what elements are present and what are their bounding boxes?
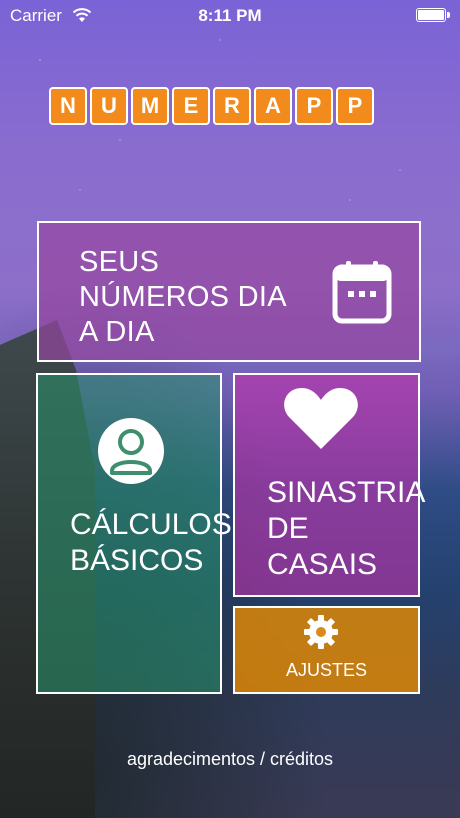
gear-icon	[304, 615, 338, 649]
status-time: 8:11 PM	[198, 6, 262, 25]
basic-label-line: CÁLCULOS	[70, 508, 232, 541]
app-logo: N U M E R A P P	[49, 87, 374, 125]
person-icon	[98, 418, 164, 484]
daily-numbers-label: SEUS NÚMEROS DIA A DIA	[79, 245, 329, 350]
daily-label-line: A DIA	[79, 316, 155, 348]
logo-letter: N	[49, 87, 87, 125]
couples-synastry-button[interactable]: SINASTRIA DE CASAIS	[233, 373, 425, 597]
logo-letter: R	[213, 87, 251, 125]
synastry-label-line: DE	[267, 512, 309, 545]
settings-label: AJUSTES	[285, 660, 368, 680]
battery-icon	[416, 8, 450, 22]
couples-synastry-label: SINASTRIA DE CASAIS	[267, 475, 425, 583]
daily-label-line: SEUS	[79, 246, 160, 278]
synastry-label-line: SINASTRIA	[267, 476, 426, 509]
basic-label-line: BÁSICOS	[70, 544, 204, 577]
basic-calculations-button[interactable]: CÁLCULOS BÁSICOS	[36, 373, 232, 694]
logo-letter: U	[90, 87, 128, 125]
logo-letter: P	[295, 87, 333, 125]
credits-link[interactable]: agradecimentos / créditos	[0, 749, 460, 770]
heart-icon	[284, 388, 358, 449]
logo-letter: E	[172, 87, 210, 125]
synastry-label-line: CASAIS	[267, 548, 378, 581]
status-bar: Carrier 8:11 PM	[0, 0, 460, 30]
basic-calculations-label: CÁLCULOS BÁSICOS	[70, 507, 260, 579]
logo-letter: M	[131, 87, 169, 125]
logo-letter: A	[254, 87, 292, 125]
daily-label-line: NÚMEROS DIA	[79, 281, 287, 313]
calendar-icon	[332, 261, 392, 324]
daily-numbers-button[interactable]: SEUS NÚMEROS DIA A DIA	[37, 221, 421, 362]
logo-letter: P	[336, 87, 374, 125]
settings-button[interactable]: AJUSTES	[233, 606, 420, 694]
